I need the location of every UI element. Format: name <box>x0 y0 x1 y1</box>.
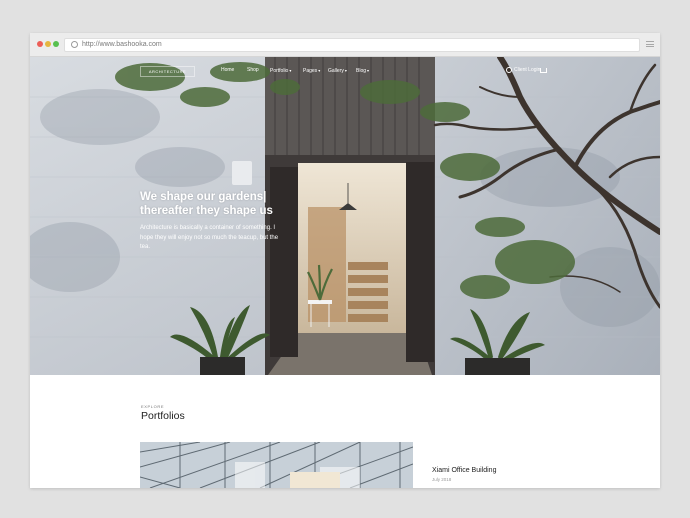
hero-headline-line: We shape our gardens| <box>140 191 267 203</box>
hero-body-text: Architecture is basically a container of… <box>140 225 279 250</box>
nav-item-label: Home <box>221 67 235 73</box>
portfolio-section: EXPLORE Portfolios Xiami Office Building… <box>30 375 660 488</box>
nav-item-label: Portfolio <box>270 68 289 74</box>
nav-item-portfolio[interactable]: Portfolio▾ <box>270 66 291 76</box>
nav-item-pages[interactable]: Pages▾ <box>303 66 320 76</box>
nav-item-gallery[interactable]: Gallery▾ <box>328 66 347 76</box>
nav-item-label: Shop <box>247 67 259 73</box>
client-login-label: Client Login <box>514 67 541 73</box>
project-title[interactable]: Xiami Office Building <box>432 467 496 474</box>
maximize-window-button[interactable] <box>53 41 59 47</box>
menu-icon[interactable] <box>646 41 654 47</box>
section-eyebrow: EXPLORE <box>141 404 165 409</box>
browser-window: http://www.bashooka.com ARCHITECTURE Hom… <box>30 33 660 488</box>
nav-item-shop[interactable]: Shop <box>247 66 259 75</box>
address-bar[interactable]: http://www.bashooka.com <box>64 38 640 52</box>
chevron-down-icon: ▾ <box>344 68 347 73</box>
cart-icon[interactable] <box>540 68 547 73</box>
hero-image <box>30 57 660 375</box>
nav-item-label: Blog <box>356 68 367 74</box>
info-icon <box>71 41 78 48</box>
portfolio-thumbnail[interactable] <box>140 442 413 488</box>
minimize-window-button[interactable] <box>45 41 51 47</box>
client-login-link[interactable]: Client Login <box>506 66 540 75</box>
portfolio-image <box>140 442 413 488</box>
section-title: Portfolios <box>141 410 185 422</box>
hero-headline: We shape our gardens| thereafter they sh… <box>140 190 290 218</box>
nav-item-label: Gallery <box>328 68 344 74</box>
project-date: July 2018 <box>432 477 452 482</box>
nav-item-label: Pages <box>303 68 318 74</box>
chevron-down-icon: ▾ <box>318 68 321 73</box>
hero-headline-line: thereafter they shape us <box>140 205 273 217</box>
site-logo[interactable]: ARCHITECTURE <box>140 66 195 77</box>
url-text: http://www.bashooka.com <box>82 41 162 48</box>
user-icon <box>506 66 512 73</box>
nav-item-home[interactable]: Home <box>221 66 234 75</box>
nav-item-blog[interactable]: Blog▾ <box>356 66 369 76</box>
close-window-button[interactable] <box>37 41 43 47</box>
chevron-down-icon: ▾ <box>289 68 292 73</box>
chevron-down-icon: ▾ <box>367 68 370 73</box>
browser-toolbar: http://www.bashooka.com <box>30 33 660 57</box>
hero-section: ARCHITECTURE Home Shop Portfolio▾ Pages▾… <box>30 57 660 375</box>
